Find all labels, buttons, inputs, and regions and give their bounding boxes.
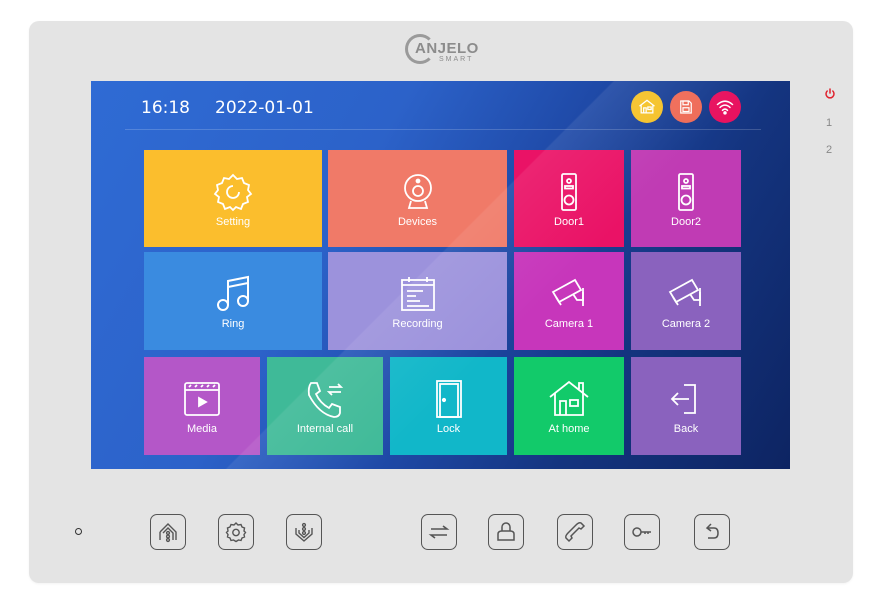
tile-label: Internal call (296, 423, 354, 435)
brand-tagline: SMART (439, 56, 474, 63)
tile-label: Lock (436, 423, 461, 435)
brand-name: ANJELO (415, 40, 479, 57)
tile-ring[interactable]: Ring (144, 252, 322, 350)
tile-label: Media (187, 423, 217, 435)
tile-camera-1[interactable]: Camera 1 (514, 252, 624, 350)
tile-back[interactable]: Back (631, 357, 741, 455)
transfer-button[interactable] (421, 514, 457, 550)
unlock-button[interactable] (624, 514, 660, 550)
channel-1-indicator: 1 (826, 117, 833, 129)
house-icon (549, 380, 589, 416)
cctv-camera-icon (551, 278, 584, 306)
monitor-button[interactable] (286, 514, 322, 550)
monitor-signal-icon (295, 522, 313, 542)
tile-camera-2[interactable]: Camera 2 (631, 252, 741, 350)
tile-label: Recording (392, 318, 443, 330)
doorbell-icon (678, 172, 694, 211)
tile-label: At home (548, 423, 590, 435)
tile-door1[interactable]: Door1 (514, 150, 624, 247)
tile-lock[interactable]: Lock (390, 357, 507, 455)
exit-icon (670, 384, 696, 414)
tile-label: Camera 1 (544, 318, 594, 330)
return-arrow-icon (705, 523, 719, 539)
power-indicator (824, 88, 836, 103)
tile-label: Camera 2 (661, 318, 711, 330)
tile-label: Setting (215, 215, 251, 228)
settings-button[interactable] (218, 514, 254, 550)
brand-logo: ANJELO SMART (405, 32, 479, 68)
tile-setting[interactable]: Setting (144, 150, 322, 247)
home-signal-icon (159, 523, 177, 543)
tile-at-home[interactable]: At home (514, 357, 624, 455)
save-status-icon[interactable] (670, 91, 702, 123)
key-icon (632, 527, 651, 537)
tile-internal-call[interactable]: Internal call (267, 357, 383, 455)
tile-devices[interactable]: Devices (328, 150, 507, 247)
swap-arrows-icon (428, 525, 450, 539)
cctv-camera-icon (668, 278, 701, 306)
tile-door2[interactable]: Door2 (631, 150, 741, 247)
clock-time: 16:18 (141, 98, 190, 118)
tile-label: Door1 (554, 215, 584, 228)
door-icon (435, 380, 462, 418)
tile-label: Ring (221, 318, 245, 330)
channel-2-indicator: 2 (826, 144, 833, 156)
phone-transfer-icon (307, 382, 344, 418)
handset-icon (565, 522, 586, 543)
video-player-icon (184, 382, 220, 416)
tile-label: Back (673, 423, 699, 435)
clock-date: 2022-01-01 (215, 98, 314, 118)
gear-icon (213, 173, 253, 211)
home-monitor-button[interactable] (150, 514, 186, 550)
power-icon (825, 88, 835, 99)
tile-media[interactable]: Media (144, 357, 260, 455)
tile-label: Door2 (671, 215, 701, 228)
notepad-icon (400, 277, 435, 311)
webcam-icon (403, 173, 432, 209)
header-divider (125, 129, 761, 130)
music-note-icon (217, 275, 249, 311)
touch-screen: 16:18 2022-01-01 Setting Devices Door1 D… (91, 81, 790, 469)
wifi-status-icon[interactable] (709, 91, 741, 123)
user-button[interactable] (488, 514, 524, 550)
back-button[interactable] (694, 514, 730, 550)
tile-recording[interactable]: Recording (328, 252, 507, 350)
doorbell-icon (561, 172, 577, 211)
call-button[interactable] (557, 514, 593, 550)
tile-label: Devices (397, 215, 438, 228)
person-icon (497, 522, 515, 541)
gear-icon (225, 522, 247, 543)
microphone-hole (75, 528, 82, 535)
home-status-icon[interactable] (631, 91, 663, 123)
